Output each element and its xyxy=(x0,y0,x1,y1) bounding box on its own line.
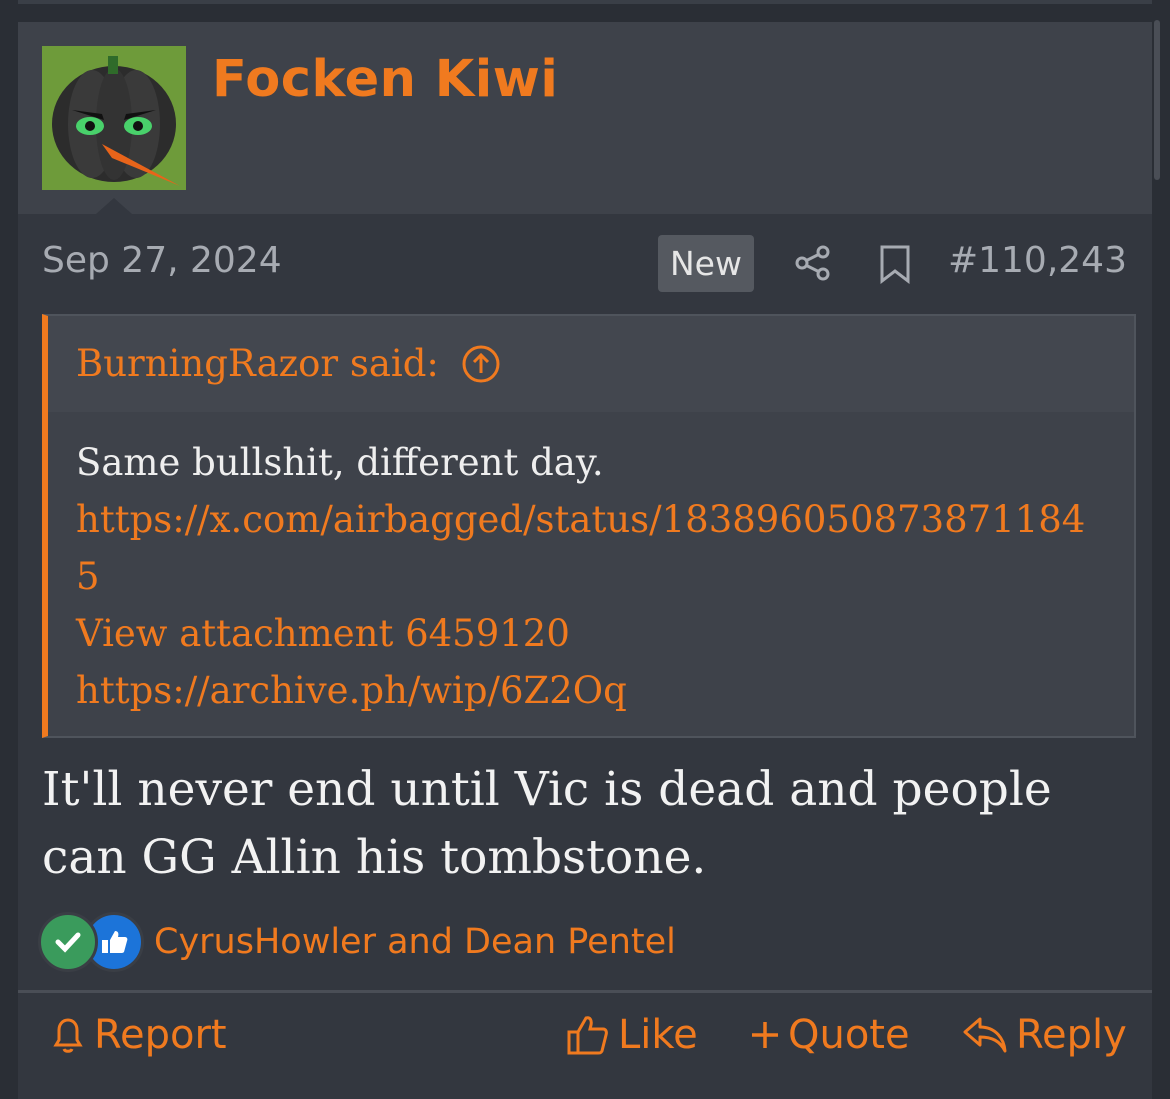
plus-icon xyxy=(752,1022,778,1048)
share-icon[interactable] xyxy=(794,244,832,282)
avatar[interactable] xyxy=(42,46,186,190)
arrow-up-circle-icon[interactable] xyxy=(461,344,501,384)
footer-divider xyxy=(18,990,1152,993)
like-button[interactable]: Like xyxy=(566,1012,698,1058)
reaction-names[interactable]: CyrusHowler and Dean Pentel xyxy=(154,922,676,962)
reactions-bar[interactable]: CyrusHowler and Dean Pentel xyxy=(38,912,676,972)
post-container: Focken Kiwi Sep 27, 2024 New #110,243 Bu… xyxy=(18,22,1152,1099)
attachment-link[interactable]: View attachment 6459120 xyxy=(76,605,1106,662)
scrollbar[interactable] xyxy=(1154,20,1160,180)
reply-icon xyxy=(963,1017,1007,1053)
like-label: Like xyxy=(618,1012,698,1058)
post-number-link[interactable]: #110,243 xyxy=(948,240,1127,281)
quote-label: Quote xyxy=(788,1012,910,1058)
top-edge xyxy=(18,0,1152,4)
quote-body: Same bullshit, different day. https://x.… xyxy=(76,434,1106,719)
quote-button[interactable]: Quote xyxy=(750,1012,910,1058)
reply-label: Reply xyxy=(1016,1012,1127,1058)
check-reaction-icon xyxy=(38,912,98,972)
post-date[interactable]: Sep 27, 2024 xyxy=(42,240,282,281)
report-button[interactable]: Report xyxy=(50,1012,227,1058)
post-header: Focken Kiwi xyxy=(18,22,1152,214)
header-pointer xyxy=(96,198,132,214)
bell-icon xyxy=(53,1018,83,1053)
reply-button[interactable]: Reply xyxy=(962,1012,1127,1058)
quote-link-x[interactable]: https://x.com/airbagged/status/183896050… xyxy=(76,491,1106,605)
new-badge: New xyxy=(658,235,754,292)
quote-author-label[interactable]: BurningRazor said: xyxy=(76,342,439,385)
quote-text: Same bullshit, different day. xyxy=(76,441,604,484)
report-label: Report xyxy=(94,1012,227,1058)
thumbs-up-icon xyxy=(567,1016,608,1055)
quote-attribution[interactable]: BurningRazor said: xyxy=(76,342,501,385)
username[interactable]: Focken Kiwi xyxy=(212,50,558,109)
bookmark-icon[interactable] xyxy=(878,244,912,284)
post-message: It'll never end until Vic is dead and pe… xyxy=(42,762,1052,885)
quote-block: BurningRazor said: Same bullshit, differ… xyxy=(42,314,1136,738)
quote-link-archive[interactable]: https://archive.ph/wip/6Z2Oq xyxy=(76,662,1106,719)
quote-header: BurningRazor said: xyxy=(48,316,1134,412)
